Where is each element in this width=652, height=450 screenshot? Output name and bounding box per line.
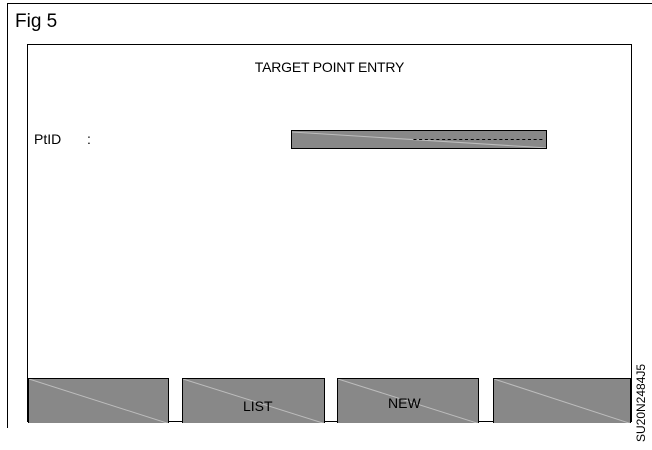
softkey-f4-diagonal: [494, 379, 630, 423]
ptid-separator: :: [87, 131, 91, 147]
figure-frame-left: [7, 3, 8, 428]
softkey-f4[interactable]: [493, 378, 631, 423]
ptid-input[interactable]: -----------------------: [291, 130, 547, 149]
ptid-label: PtID: [34, 131, 62, 147]
softkey-list-label: LIST: [243, 398, 273, 414]
softkey-new-label: NEW: [388, 395, 421, 411]
figure-label: Fig 5: [15, 11, 58, 32]
softkey-list-button[interactable]: LIST: [182, 378, 325, 423]
instrument-screen: TARGET POINT ENTRY PtID : --------------…: [27, 44, 632, 423]
figure-frame-top: [7, 3, 652, 4]
softkey-f1[interactable]: [28, 378, 169, 423]
softkey-f1-diagonal: [29, 379, 168, 423]
ptid-input-value: -----------------------: [411, 132, 544, 146]
figure-reference-code: SU20N2484J5: [634, 363, 648, 442]
screen-title: TARGET POINT ENTRY: [254, 59, 405, 75]
softkey-new-button[interactable]: NEW: [337, 378, 479, 423]
